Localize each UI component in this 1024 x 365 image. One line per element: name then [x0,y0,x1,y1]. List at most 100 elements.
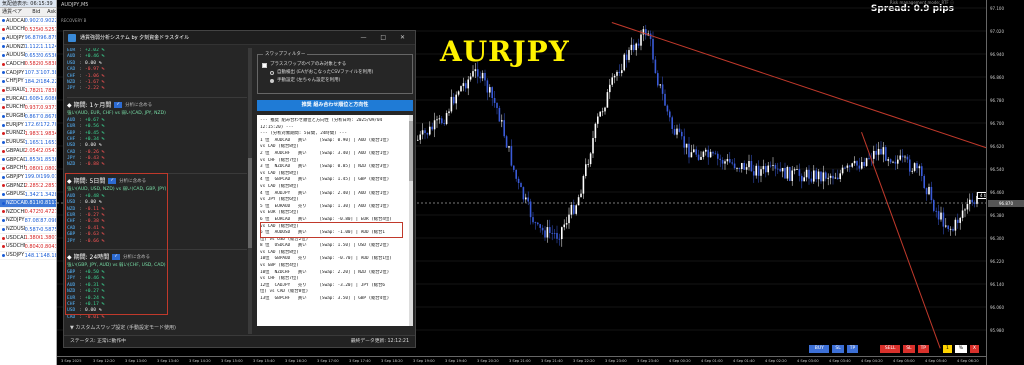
bid-cell: 0.80424 [24,243,41,250]
candle-body [959,217,961,223]
market-watch-row[interactable]: USDJPY148.178148.187 [0,252,56,261]
price-tick: 96.700 [990,121,1004,126]
market-watch-row[interactable]: NZDCHF0.472560.47271 [0,208,56,217]
market-watch-row[interactable]: NZDCAD0.811000.81118 [0,199,56,209]
candle-body [733,163,736,169]
market-watch-row[interactable]: AUDCAD0.902130.90224 [0,17,56,26]
candle-body [700,156,702,160]
candle-body [424,130,426,133]
market-watch-row[interactable]: EURCAD1.608491.60866 [0,95,56,104]
swap-auto-radio[interactable]: 自動検出 (EAがおこなったCSVファイルを利用) [262,69,408,77]
window-controls[interactable]: — □ ✕ [360,31,411,45]
plus-swap-label: プラススワップのペアのみ対象とする [270,62,347,67]
market-watch-row[interactable]: CADJPY107.376107.389 [0,69,56,78]
buy-button[interactable]: BUY [809,345,830,353]
market-watch-row[interactable]: EURCHF0.937220.93734 [0,104,56,113]
market-watch-row[interactable]: USDCAD1.380621.38076 [0,234,56,243]
candle-body [748,161,750,168]
market-watch-row[interactable]: AUDCHF0.525650.52574 [0,26,56,35]
market-watch-row[interactable]: GBPUSD1.342771.34285 [0,191,56,200]
price-tick: 96.220 [990,259,1004,264]
market-watch-row[interactable]: USDCHF0.804240.80434 [0,243,56,252]
market-watch-row[interactable]: EURGBP0.867720.86780 [0,113,56,122]
candle-body [477,69,479,77]
result-line: vs CHF (総合7位) [260,276,299,282]
ask-cell: 199.019 [40,174,56,181]
symbol-cell: CADJPY [0,69,25,77]
result-scrollbar[interactable] [409,115,413,326]
market-watch-row[interactable]: EURUSD1.165341.16539 [0,139,56,148]
market-watch-row[interactable]: AUDNZD1.112261.11240 [0,43,56,52]
ask-cell: 184.224 [40,78,56,85]
market-watch-row[interactable]: GBPJPY199.005199.019 [0,173,56,183]
candle-body [467,79,469,89]
ask-cell: 1.38076 [40,235,56,242]
ask-cell: 1.60866 [40,96,56,103]
sell-tp-button[interactable]: TP [917,345,930,353]
include-checkbox[interactable]: ✓ [114,102,123,109]
plus-swap-checkbox[interactable]: プラススワップのペアのみ対象とする [262,61,408,69]
candle-body [810,178,813,182]
market-watch-row[interactable]: GBPCAD1.853611.85381 [0,156,56,165]
market-watch-row[interactable]: CHFJPY184.204184.224 [0,78,56,87]
lot-input[interactable]: 1 [943,345,952,353]
sell-button[interactable]: SELL [880,345,901,353]
market-watch-row[interactable]: GBPNZD2.285382.28572 [0,182,56,191]
symbol-cell: EURAUD [0,87,25,95]
custom-swap-toggle[interactable]: ▼ カスタムスワップ設定 (手動設定モード使用) [70,324,176,331]
direction-dot-icon [2,149,5,153]
candle-body [801,175,803,182]
time-tick: 3 Sep 22:20 [573,359,595,363]
percent-label: % [954,345,967,353]
price-tick: 97.100 [990,6,1004,11]
buy-sl-button[interactable]: SL [832,345,844,353]
time-tick: 4 Sep 05:40 [925,359,947,363]
candle-body [659,84,661,86]
market-watch-row[interactable]: GBPAUD2.054552.05479 [0,147,56,156]
candle-body [618,71,621,74]
radio-icon[interactable] [270,71,274,75]
result-scroll-thumb[interactable] [409,121,413,181]
sell-sl-button[interactable]: SL [903,345,915,353]
direction-dot-icon [2,132,5,136]
result-line: vs GBP (総合4位) [260,263,299,269]
time-tick: 3 Sep 20:20 [477,359,499,363]
col-ask[interactable]: Ask [40,8,56,16]
window-titlebar[interactable]: 通貨強弱分析システム by 夕刻資金ドラスタイル — □ ✕ [64,31,415,45]
candle-body [529,201,532,218]
candle-body [798,169,801,176]
time-axis[interactable]: 3 Sep 2025 3 Sep 12:20 3 Sep 13:00 3 Sep 13… [57,356,986,365]
ask-cell: 0.93734 [40,104,56,111]
swap-manual-label: 手動設定 (左ちゃん設定を利用) [277,78,341,83]
market-watch-row[interactable]: GBPCHF1.080071.08022 [0,165,56,174]
radio-selected-icon[interactable] [270,79,274,83]
market-watch-row[interactable]: NZDUSD0.587480.58759 [0,226,56,235]
checkbox-icon[interactable] [262,62,267,68]
buy-tp-button[interactable]: TP [846,345,859,353]
result-line: vs EUR (総合5位) [260,210,299,216]
candle-body [930,186,933,201]
swap-manual-radio[interactable]: 手動設定 (左ちゃん設定を利用) [262,77,408,85]
market-watch-row[interactable]: EURJPY172.697172.708 [0,121,56,130]
market-watch-row[interactable]: AUDUSD0.653520.65360 [0,52,56,61]
candle-body [918,166,921,169]
left-scrollbar[interactable] [248,48,252,334]
scrollbar-thumb[interactable] [248,158,252,248]
candle-body [774,164,777,169]
market-watch-row[interactable]: NZDJPY87.08187.098 [0,217,56,226]
market-watch-row[interactable]: EURAUD1.782861.78303 [0,87,56,96]
recommend-result-text[interactable]: --- 推奨 組み合わせ順位と方向性 (分析日時: 2025/09/04 12:1… [257,115,413,326]
col-symbol[interactable]: 通貨ペア [0,8,25,16]
close-all-button[interactable]: X [969,345,979,353]
direction-dot-icon [2,167,5,171]
col-bid[interactable]: Bid [25,8,40,16]
market-watch-row[interactable]: AUDJPY96.87096.879 [0,34,56,44]
recommend-button[interactable]: 推奨 組み合わせ順位と方向性 [257,100,413,111]
direction-dot-icon [2,71,5,75]
candle-body [726,158,729,162]
market-watch-row[interactable]: EURNZD1.983161.98348 [0,130,56,139]
market-watch-row[interactable]: CADCHF0.582870.58301 [0,60,56,70]
price-axis[interactable]: 97.100 97.020 96.940 96.860 96.780 96.700 96.6… [986,0,1024,365]
candle-body [849,165,851,167]
candle-body [765,166,767,173]
